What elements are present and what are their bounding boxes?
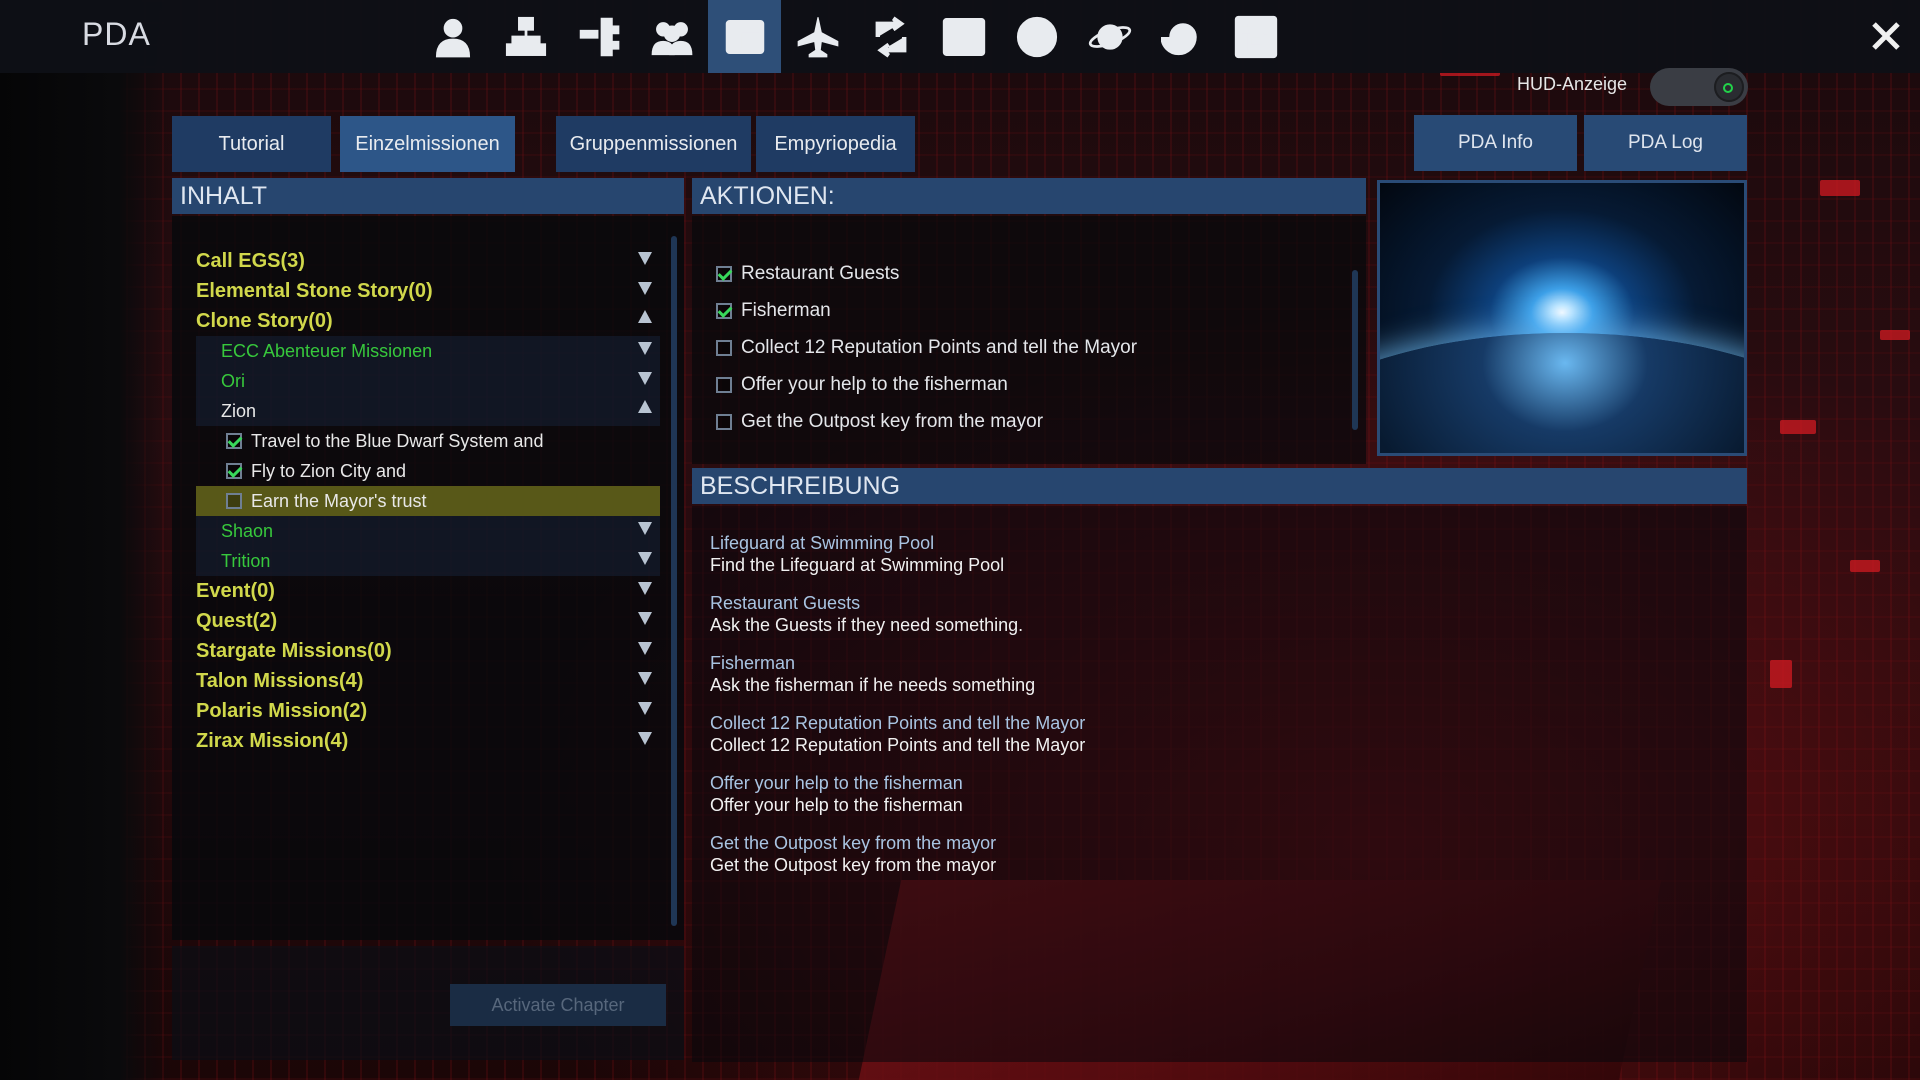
trade-icon[interactable]	[854, 0, 927, 73]
close-button[interactable]	[1862, 12, 1910, 60]
expand-icon[interactable]	[638, 642, 652, 655]
expand-icon[interactable]	[638, 372, 652, 385]
tree-item-clone-story[interactable]: Clone Story(0)	[196, 306, 660, 336]
expand-icon[interactable]	[638, 522, 652, 535]
contents-scrollbar[interactable]	[671, 236, 677, 926]
tree-item-ori[interactable]: Ori	[196, 366, 660, 396]
description-item: Collect 12 Reputation Points and tell th…	[710, 713, 1086, 755]
action-checkbox[interactable]	[716, 413, 732, 430]
background-light	[1850, 560, 1880, 572]
contents-header: INHALT	[172, 178, 684, 214]
description-item: Fisherman Ask the fisherman if he needs s…	[710, 653, 1036, 695]
list-icon[interactable]	[927, 0, 1000, 73]
background-light	[1880, 330, 1910, 340]
mission-tree: Call EGS(3) Elemental Stone Story(0) Clo…	[196, 246, 660, 756]
tree-item-elemental-stone[interactable]: Elemental Stone Story(0)	[196, 276, 660, 306]
player-icon[interactable]	[416, 0, 489, 73]
expand-icon[interactable]	[638, 672, 652, 685]
tree-item-ecc[interactable]: ECC Abenteuer Missionen	[196, 336, 660, 366]
task-item[interactable]: Fly to Zion City and	[196, 456, 660, 486]
actions-scrollbar[interactable]	[1352, 270, 1358, 430]
pda-icon[interactable]	[708, 0, 781, 73]
activate-chapter-button[interactable]: Activate Chapter	[450, 984, 666, 1026]
galaxy-icon[interactable]	[1146, 0, 1219, 73]
tree-item-call-egs[interactable]: Call EGS(3)	[196, 246, 660, 276]
planet-horizon	[1380, 333, 1744, 453]
description-header: BESCHREIBUNG	[692, 468, 1747, 504]
background-light	[1780, 420, 1816, 434]
network-icon[interactable]	[489, 0, 562, 73]
tree-item-quest[interactable]: Quest(2)	[196, 606, 660, 636]
action-item[interactable]: Restaurant Guests	[716, 255, 1137, 292]
pda-log-button[interactable]: PDA Log	[1584, 115, 1747, 171]
description-list: Lifeguard at Swimming Pool Find the Lifeg…	[710, 532, 1410, 892]
tree-item-stargate[interactable]: Stargate Missions(0)	[196, 636, 660, 666]
expand-icon[interactable]	[638, 612, 652, 625]
actions-header: AKTIONEN:	[692, 178, 1366, 214]
action-item[interactable]: Collect 12 Reputation Points and tell th…	[716, 329, 1137, 366]
action-checkbox[interactable]	[716, 376, 732, 393]
tree-item-zirax[interactable]: Zirax Mission(4)	[196, 726, 660, 756]
app-title: PDA	[82, 16, 151, 52]
tab-group-missions[interactable]: Gruppenmissionen	[556, 116, 751, 172]
background-shadow	[0, 0, 170, 1080]
hud-status-icon	[1723, 83, 1733, 93]
action-list: Restaurant Guests Fisherman Collect 12 R…	[716, 255, 1137, 440]
tree-item-polaris[interactable]: Polaris Mission(2)	[196, 696, 660, 726]
task-checkbox[interactable]	[226, 463, 242, 479]
hud-toggle[interactable]	[1650, 68, 1748, 106]
expand-icon[interactable]	[638, 252, 652, 265]
collapse-icon[interactable]	[638, 310, 652, 323]
settings-icon[interactable]	[1219, 0, 1292, 73]
expand-icon[interactable]	[638, 342, 652, 355]
action-item[interactable]: Fisherman	[716, 292, 1137, 329]
task-checkbox[interactable]	[226, 493, 242, 509]
tab-tutorial[interactable]: Tutorial	[172, 116, 331, 172]
task-item[interactable]: Travel to the Blue Dwarf System and	[196, 426, 660, 456]
collapse-icon[interactable]	[638, 400, 652, 413]
background-light	[1770, 660, 1792, 688]
hud-label: HUD-Anzeige	[1517, 74, 1628, 94]
action-item[interactable]: Get the Outpost key from the mayor	[716, 403, 1137, 440]
tree-item-event[interactable]: Event(0)	[196, 576, 660, 606]
structure-icon[interactable]	[562, 0, 635, 73]
expand-icon[interactable]	[638, 582, 652, 595]
planet-icon[interactable]	[1073, 0, 1146, 73]
action-checkbox[interactable]	[716, 265, 732, 282]
faction-icon[interactable]	[635, 0, 708, 73]
pda-info-button[interactable]: PDA Info	[1414, 115, 1577, 171]
description-item: Lifeguard at Swimming Pool Find the Lifeg…	[710, 533, 1005, 575]
ship-icon[interactable]	[781, 0, 854, 73]
tree-item-trition[interactable]: Trition	[196, 546, 660, 576]
tab-single-missions[interactable]: Einzelmissionen	[340, 116, 515, 172]
tree-item-shaon[interactable]: Shaon	[196, 516, 660, 546]
task-checkbox[interactable]	[226, 433, 242, 449]
tab-empyriopedia[interactable]: Empyriopedia	[756, 116, 915, 172]
nav-bar	[416, 0, 1292, 73]
action-item[interactable]: Offer your help to the fisherman	[716, 366, 1137, 403]
description-item: Get the Outpost key from the mayor Get th…	[710, 833, 997, 875]
tree-item-zion[interactable]: Zion	[196, 396, 660, 426]
description-item: Offer your help to the fisherman Offer yo…	[710, 773, 963, 815]
background-light	[1820, 180, 1860, 196]
expand-icon[interactable]	[638, 702, 652, 715]
hud-toggle-knob	[1714, 72, 1744, 102]
description-item: Restaurant Guests Ask the Guests if they …	[710, 593, 1024, 635]
expand-icon[interactable]	[638, 282, 652, 295]
top-bar: PDA	[0, 0, 1920, 73]
compass-icon[interactable]	[1000, 0, 1073, 73]
mission-preview-image	[1377, 180, 1747, 456]
task-item-selected[interactable]: Earn the Mayor's trust	[196, 486, 660, 516]
action-checkbox[interactable]	[716, 339, 732, 356]
expand-icon[interactable]	[638, 732, 652, 745]
expand-icon[interactable]	[638, 552, 652, 565]
close-icon	[1872, 22, 1900, 50]
tree-item-talon[interactable]: Talon Missions(4)	[196, 666, 660, 696]
action-checkbox[interactable]	[716, 302, 732, 319]
